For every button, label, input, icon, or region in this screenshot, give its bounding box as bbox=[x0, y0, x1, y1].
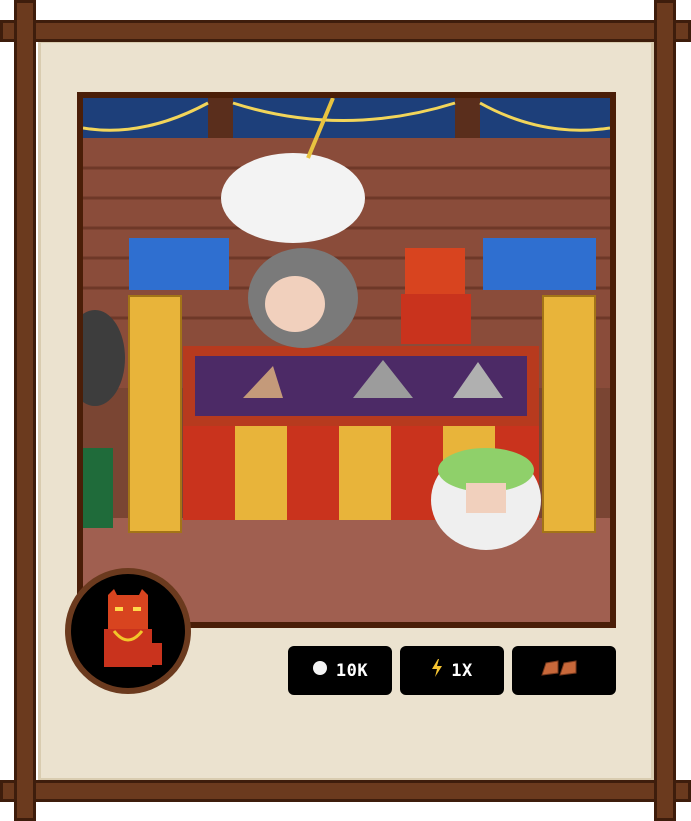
game-card-frame: 10K 1X bbox=[0, 0, 691, 821]
coin-icon bbox=[312, 660, 328, 681]
player-avatar[interactable] bbox=[65, 568, 191, 694]
coins-value: 10K bbox=[335, 660, 369, 681]
bricks-icon bbox=[540, 659, 580, 682]
frame-top-stick bbox=[0, 20, 691, 42]
lightning-icon bbox=[431, 659, 443, 682]
scene-art bbox=[83, 98, 610, 622]
red-demon-cat-icon bbox=[104, 589, 162, 667]
carnival-booth-scene[interactable] bbox=[77, 92, 616, 628]
bricks-counter bbox=[512, 646, 616, 695]
frame-bottom-stick bbox=[0, 780, 691, 802]
frame-left-stick bbox=[14, 0, 36, 821]
multiplier-value: 1X bbox=[451, 660, 473, 681]
coins-counter: 10K bbox=[288, 646, 392, 695]
multiplier-counter: 1X bbox=[400, 646, 504, 695]
frame-right-stick bbox=[654, 0, 676, 821]
